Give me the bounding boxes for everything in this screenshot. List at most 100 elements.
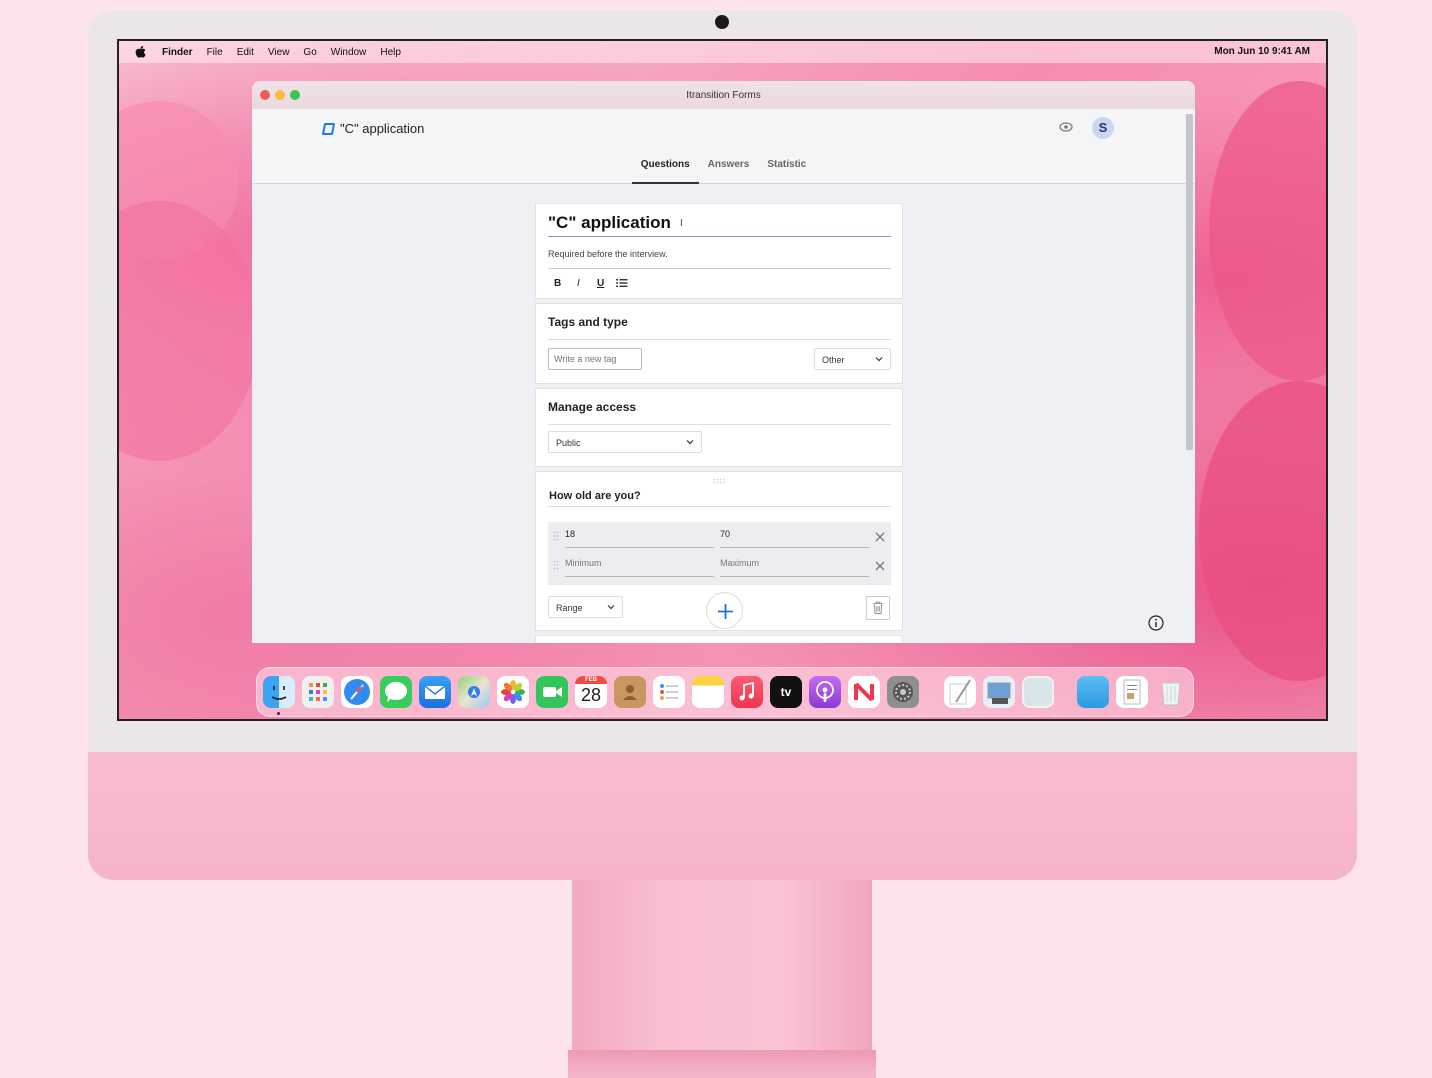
type-select[interactable]: Other <box>814 348 891 370</box>
form-description-input[interactable]: Required before the interview. <box>548 249 668 259</box>
input-underline <box>720 547 869 548</box>
tags-type-card: Tags and type Write a new tag Other <box>535 303 903 384</box>
window-titlebar[interactable]: Itransition Forms <box>252 81 1195 109</box>
question-card: How old are you? 18 70 Minimum Maximum R… <box>535 471 903 631</box>
wallpaper-shape <box>119 201 259 461</box>
menu-go[interactable]: Go <box>303 47 316 58</box>
close-window-button[interactable] <box>260 90 270 100</box>
question-type-select[interactable]: Range <box>548 596 623 618</box>
divider <box>548 506 891 507</box>
italic-button[interactable]: I <box>577 278 580 289</box>
calendar-icon[interactable]: FEB 28 <box>575 676 607 708</box>
menu-bar: Finder File Edit View Go Window Help Mon… <box>119 41 1326 63</box>
minimum-input[interactable]: 18 <box>565 529 575 539</box>
textedit-icon[interactable] <box>944 676 976 708</box>
menubar-clock[interactable]: Mon Jun 10 9:41 AM <box>1214 46 1310 57</box>
contacts-icon[interactable] <box>614 676 646 708</box>
news-icon[interactable] <box>848 676 880 708</box>
form-name: "C" application <box>340 121 425 136</box>
music-icon[interactable] <box>731 676 763 708</box>
tag-input[interactable]: Write a new tag <box>548 348 642 370</box>
form-editor: "C" application I Required before the in… <box>252 185 1195 643</box>
maximum-input[interactable]: 70 <box>720 529 730 539</box>
tab-bar: Questions Answers Statistic <box>252 155 1195 184</box>
delete-question-button[interactable] <box>866 596 890 620</box>
launchpad-icon[interactable] <box>302 676 334 708</box>
system-settings-icon[interactable] <box>887 676 919 708</box>
user-avatar[interactable]: S <box>1092 117 1114 139</box>
access-select-value: Public <box>556 438 581 448</box>
access-select[interactable]: Public <box>548 431 702 453</box>
range-row: 18 70 <box>548 522 891 551</box>
tv-icon[interactable]: tv <box>770 676 802 708</box>
document-icon[interactable] <box>1116 676 1148 708</box>
photos-icon[interactable] <box>497 676 529 708</box>
tab-statistic[interactable]: Statistic <box>758 155 815 184</box>
dock: FEB 28 tv <box>256 667 1194 717</box>
menu-finder[interactable]: Finder <box>162 47 193 58</box>
drag-handle-icon[interactable] <box>712 478 726 484</box>
podcasts-icon[interactable] <box>809 676 841 708</box>
app-window: Itransition Forms "C" application S Ques… <box>252 81 1195 643</box>
mail-icon[interactable] <box>419 676 451 708</box>
minimize-window-button[interactable] <box>275 90 285 100</box>
underline-button[interactable]: U <box>597 278 604 289</box>
bold-button[interactable]: B <box>554 278 561 289</box>
scrollbar-thumb[interactable] <box>1186 114 1193 450</box>
camera-icon <box>715 15 729 29</box>
reminders-icon[interactable] <box>653 676 685 708</box>
manage-access-card: Manage access Public <box>535 388 903 467</box>
apple-logo-icon[interactable] <box>135 46 147 58</box>
row-drag-icon[interactable] <box>553 531 559 541</box>
calendar-day: 28 <box>580 685 602 705</box>
vertical-scrollbar[interactable] <box>1185 109 1193 643</box>
messages-icon[interactable] <box>380 676 412 708</box>
input-underline <box>720 576 869 577</box>
text-cursor-icon: I <box>680 218 683 229</box>
row-drag-icon[interactable] <box>553 560 559 570</box>
info-icon[interactable] <box>1148 615 1164 631</box>
preview-eye-icon[interactable] <box>1059 122 1073 132</box>
imac-stand <box>572 880 872 1078</box>
facetime-icon[interactable] <box>536 676 568 708</box>
wallpaper-shape <box>1209 81 1326 381</box>
type-select-value: Other <box>822 355 845 365</box>
imac-chin <box>88 752 1357 880</box>
form-title-input[interactable]: "C" application <box>548 213 671 233</box>
question-title-input[interactable]: How old are you? <box>549 490 641 502</box>
close-icon[interactable] <box>875 561 885 571</box>
range-row: Minimum Maximum <box>548 551 891 580</box>
safari-icon[interactable] <box>341 676 373 708</box>
range-options: 18 70 Minimum Maximum <box>548 522 891 585</box>
menu-window[interactable]: Window <box>331 47 367 58</box>
next-question-card <box>535 635 903 643</box>
close-icon[interactable] <box>875 532 885 542</box>
chevron-down-icon <box>686 440 694 445</box>
folder-icon[interactable] <box>1077 676 1109 708</box>
description-underline <box>548 268 891 269</box>
tab-questions[interactable]: Questions <box>631 155 699 184</box>
screen: Finder File Edit View Go Window Help Mon… <box>117 39 1328 721</box>
maps-icon[interactable] <box>458 676 490 708</box>
input-underline <box>565 547 714 548</box>
trash-icon[interactable] <box>1155 676 1187 708</box>
trash-icon <box>873 601 883 614</box>
maximum-input[interactable]: Maximum <box>720 558 759 568</box>
menu-view[interactable]: View <box>268 47 290 58</box>
menu-file[interactable]: File <box>207 47 223 58</box>
tv-label: tv <box>780 685 792 699</box>
add-question-button[interactable] <box>706 592 743 629</box>
menu-help[interactable]: Help <box>380 47 401 58</box>
zoom-window-button[interactable] <box>290 90 300 100</box>
form-brand[interactable]: "C" application <box>322 121 424 136</box>
preview-icon[interactable] <box>983 676 1015 708</box>
finder-icon[interactable] <box>263 676 295 708</box>
menu-edit[interactable]: Edit <box>237 47 254 58</box>
notes-icon[interactable] <box>692 676 724 708</box>
calendar-month: FEB <box>575 676 607 684</box>
bullet-list-icon[interactable] <box>616 278 628 288</box>
chevron-down-icon <box>875 357 883 362</box>
blank-app-icon[interactable] <box>1022 676 1054 708</box>
minimum-input[interactable]: Minimum <box>565 558 602 568</box>
tab-answers[interactable]: Answers <box>699 155 759 184</box>
